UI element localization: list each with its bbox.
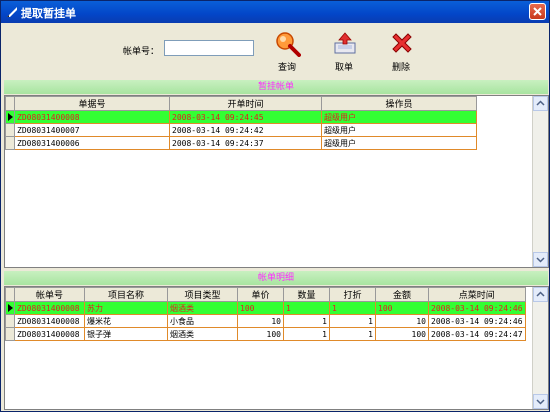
bill-details-grid[interactable]: 帐单号 项目名称 项目类型 单价 数量 打折 金额 点菜时间 ZD0803140…: [4, 286, 549, 410]
open-time-cell[interactable]: 2008-03-14 09:24:45: [169, 110, 322, 124]
table-row[interactable]: ZD08031400008 2008-03-14 09:24:45 超级用户: [5, 110, 477, 124]
row-indicator: [5, 314, 15, 328]
column-header[interactable]: 开单时间: [169, 96, 322, 111]
app-icon: [7, 7, 17, 17]
details-section-header: 帐单明细: [4, 271, 548, 285]
open-time-cell[interactable]: 2008-03-14 09:24:37: [169, 136, 322, 150]
table-row[interactable]: ZD08031400008 苏力 烟酒类 100 1 1 100 2008-03…: [5, 301, 526, 315]
unit-price-cell[interactable]: 10: [237, 314, 284, 328]
table-row[interactable]: ZD08031400008 爆米花 小食品 10 1 1 10 2008-03-…: [5, 314, 526, 328]
bill-number-cell[interactable]: ZD08031400008: [14, 110, 170, 124]
item-name-cell[interactable]: 银子弹: [84, 327, 168, 341]
scroll-down-button[interactable]: [533, 252, 548, 267]
tray-up-icon: [334, 32, 356, 54]
order-time-cell[interactable]: 2008-03-14 09:24:46: [428, 301, 526, 315]
dialog-window: 提取暂挂单 帐单号： 查询 取单 删除 暂挂帐单 单据号 开单时间 操作员 ZD…: [0, 0, 550, 412]
pending-vertical-scrollbar[interactable]: [532, 96, 548, 267]
row-indicator-header: [5, 287, 15, 302]
discount-cell[interactable]: 1: [329, 327, 376, 341]
chevron-up-icon: [536, 100, 545, 106]
column-header[interactable]: 帐单号: [14, 287, 85, 302]
operator-cell[interactable]: 超级用户: [321, 110, 477, 124]
chevron-down-icon: [536, 257, 545, 263]
item-type-cell[interactable]: 小食品: [167, 314, 238, 328]
delete-x-icon: [392, 33, 412, 53]
bill-number-cell[interactable]: ZD08031400008: [14, 301, 85, 315]
row-indicator: [5, 110, 15, 124]
discount-cell[interactable]: 1: [329, 314, 376, 328]
close-icon: [533, 7, 542, 16]
chevron-up-icon: [536, 291, 545, 297]
order-time-cell[interactable]: 2008-03-14 09:24:47: [428, 327, 526, 341]
column-header[interactable]: 点菜时间: [428, 287, 526, 302]
pending-table: 单据号 开单时间 操作员 ZD08031400008 2008-03-14 09…: [5, 96, 477, 150]
bill-number-cell[interactable]: ZD08031400008: [14, 314, 85, 328]
bill-number-cell[interactable]: ZD08031400006: [14, 136, 170, 150]
account-number-input[interactable]: [164, 40, 254, 56]
quantity-cell[interactable]: 1: [283, 301, 330, 315]
order-time-cell[interactable]: 2008-03-14 09:24:46: [428, 314, 526, 328]
column-header[interactable]: 金额: [375, 287, 429, 302]
pending-section-header: 暂挂帐单: [4, 80, 548, 94]
amount-cell[interactable]: 100: [375, 327, 429, 341]
scroll-up-button[interactable]: [533, 287, 548, 302]
details-vertical-scrollbar[interactable]: [532, 287, 548, 409]
item-type-cell[interactable]: 烟酒类: [167, 327, 238, 341]
amount-cell[interactable]: 100: [375, 301, 429, 315]
item-type-cell[interactable]: 烟酒类: [167, 301, 238, 315]
quantity-cell[interactable]: 1: [283, 314, 330, 328]
table-row[interactable]: ZD08031400006 2008-03-14 09:24:37 超级用户: [5, 136, 477, 150]
item-name-cell[interactable]: 爆米花: [84, 314, 168, 328]
pending-bills-grid[interactable]: 单据号 开单时间 操作员 ZD08031400008 2008-03-14 09…: [4, 95, 549, 268]
bill-number-cell[interactable]: ZD08031400007: [14, 123, 170, 137]
magnifier-icon: [276, 32, 301, 57]
pending-header-row: 单据号 开单时间 操作员: [5, 96, 477, 111]
details-table: 帐单号 项目名称 项目类型 单价 数量 打折 金额 点菜时间 ZD0803140…: [5, 287, 526, 341]
table-row[interactable]: ZD08031400007 2008-03-14 09:24:42 超级用户: [5, 123, 477, 137]
query-button[interactable]: 查询: [267, 31, 307, 73]
details-header-row: 帐单号 项目名称 项目类型 单价 数量 打折 金额 点菜时间: [5, 287, 526, 302]
delete-button[interactable]: 删除: [381, 31, 421, 73]
window-title: 提取暂挂单: [21, 7, 76, 20]
operator-cell[interactable]: 超级用户: [321, 123, 477, 137]
column-header[interactable]: 操作员: [321, 96, 477, 111]
row-indicator: [5, 327, 15, 341]
delete-label: 删除: [391, 63, 410, 73]
row-indicator: [5, 123, 15, 137]
scroll-down-button[interactable]: [533, 394, 548, 409]
title-bar[interactable]: 提取暂挂单: [1, 1, 549, 23]
row-indicator-header: [5, 96, 15, 111]
scroll-up-button[interactable]: [533, 96, 548, 111]
account-label: 帐单号：: [123, 47, 160, 57]
table-row[interactable]: ZD08031400008 银子弹 烟酒类 100 1 1 100 2008-0…: [5, 327, 526, 341]
quantity-cell[interactable]: 1: [283, 327, 330, 341]
item-name-cell[interactable]: 苏力: [84, 301, 168, 315]
unit-price-cell[interactable]: 100: [237, 301, 284, 315]
operator-cell[interactable]: 超级用户: [321, 136, 477, 150]
close-button[interactable]: [529, 3, 546, 20]
row-indicator: [5, 301, 15, 315]
current-row-arrow-icon: [8, 113, 13, 121]
fetch-button[interactable]: 取单: [324, 31, 364, 73]
column-header[interactable]: 项目类型: [167, 287, 238, 302]
column-header[interactable]: 单价: [237, 287, 284, 302]
column-header[interactable]: 打折: [329, 287, 376, 302]
column-header[interactable]: 项目名称: [84, 287, 168, 302]
unit-price-cell[interactable]: 100: [237, 327, 284, 341]
query-label: 查询: [277, 63, 296, 73]
discount-cell[interactable]: 1: [329, 301, 376, 315]
amount-cell[interactable]: 10: [375, 314, 429, 328]
open-time-cell[interactable]: 2008-03-14 09:24:42: [169, 123, 322, 137]
row-indicator: [5, 136, 15, 150]
bill-number-cell[interactable]: ZD08031400008: [14, 327, 85, 341]
chevron-down-icon: [536, 399, 545, 405]
column-header[interactable]: 单据号: [14, 96, 170, 111]
current-row-arrow-icon: [8, 304, 13, 312]
column-header[interactable]: 数量: [283, 287, 330, 302]
fetch-label: 取单: [334, 63, 353, 73]
